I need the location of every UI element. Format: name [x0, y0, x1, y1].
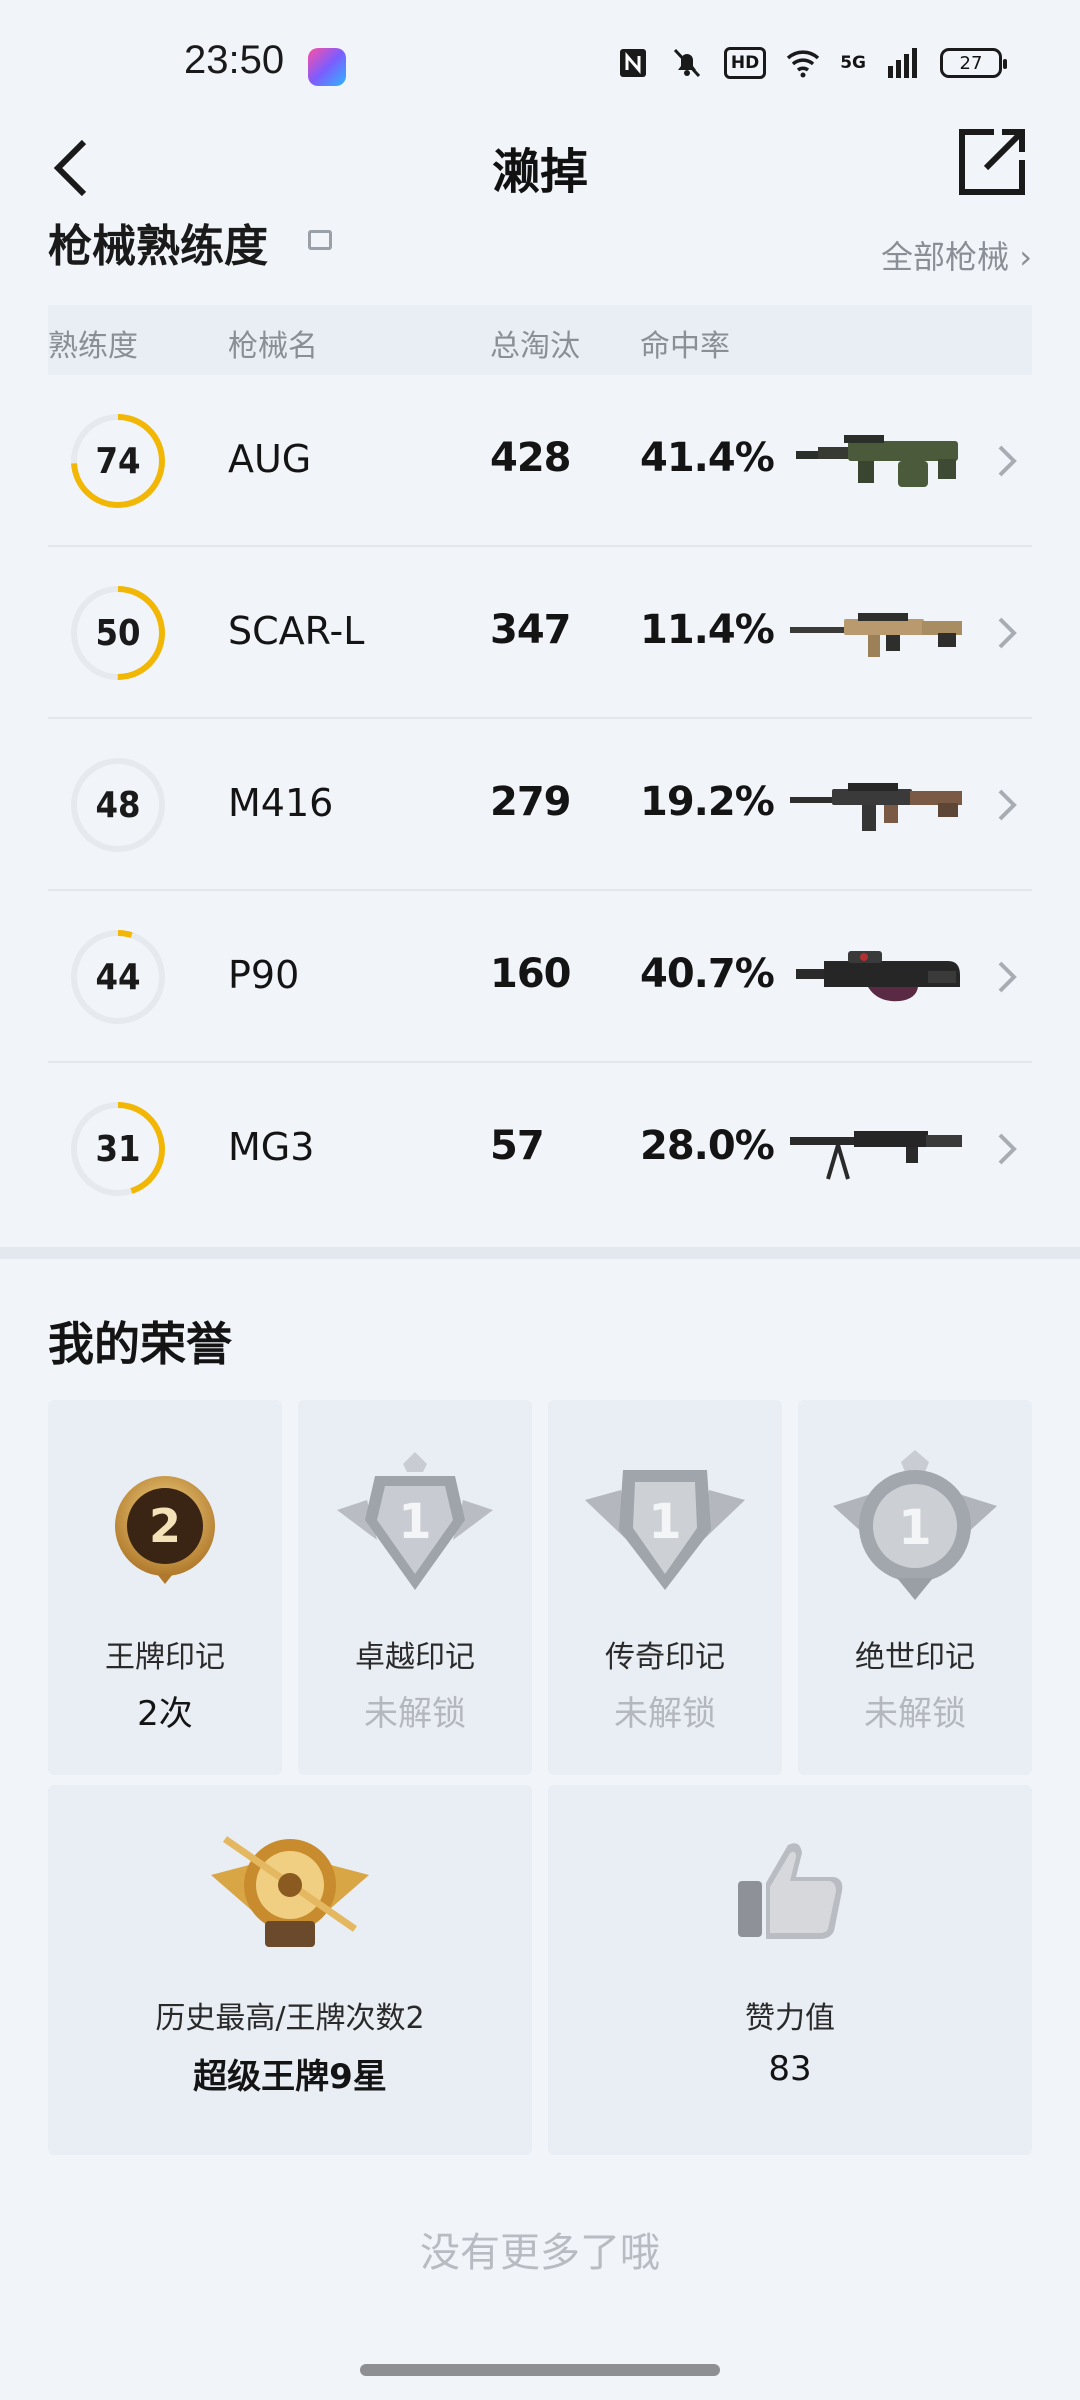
- weapon-accuracy: 40.7%: [640, 951, 775, 997]
- top-bar: 濑掉: [0, 110, 1080, 230]
- rank-badge-icon: [211, 1836, 369, 1947]
- honor-card-excellence[interactable]: 1 卓越印记 未解锁: [298, 1400, 532, 1775]
- proficiency-value: 31: [95, 1128, 141, 1170]
- weapon-kills: 160: [490, 951, 571, 997]
- honor-card-likes[interactable]: 赞力值 83: [548, 1785, 1032, 2155]
- weapon-name: P90: [228, 953, 300, 997]
- honor-value: 2次: [137, 1694, 193, 1734]
- legend-badge-number: 1: [648, 1494, 681, 1550]
- weapon-accuracy: 41.4%: [640, 435, 775, 481]
- app-notification-icon: [308, 48, 346, 86]
- proficiency-value: 74: [95, 440, 141, 482]
- status-bar: 23:50 HD 5G 27: [0, 0, 1080, 110]
- info-icon: [308, 230, 332, 250]
- battery-icon: 27: [940, 48, 1007, 78]
- weapons-section-title: 枪械熟练度: [48, 221, 268, 272]
- weapon-list: 74 AUG 428 41.4% 50 SCAR-L 347 11.4% 48 …: [48, 375, 1032, 1233]
- network-type: 5G: [840, 53, 866, 73]
- weapon-row-p90[interactable]: 44 P90 160 40.7%: [48, 891, 1032, 1063]
- status-icons: HD 5G 27: [616, 46, 1007, 80]
- col-proficiency: 熟练度: [48, 329, 138, 364]
- peerless-badge-number: 1: [898, 1500, 931, 1556]
- chevron-right-icon: [998, 789, 1017, 821]
- honor-card-ace[interactable]: 2 王牌印记 2次: [48, 1400, 282, 1775]
- scar-l-rifle-image: [790, 613, 962, 657]
- rank-label: 历史最高/王牌次数2: [155, 2001, 425, 2036]
- no-more-text: 没有更多了哦: [420, 2230, 660, 2276]
- honor-label: 绝世印记: [855, 1640, 975, 1675]
- weapon-name: M416: [228, 781, 334, 825]
- wifi-icon: [787, 50, 820, 78]
- p90-smg-image: [796, 951, 960, 1002]
- signal-icon: [888, 48, 917, 78]
- ace-badge-number: 2: [149, 1499, 181, 1553]
- honor-value: 未解锁: [614, 1694, 716, 1734]
- weapon-name: MG3: [228, 1125, 315, 1169]
- page-title: 濑掉: [491, 144, 588, 200]
- honor-label: 王牌印记: [105, 1640, 225, 1675]
- honor-value: 未解锁: [364, 1694, 466, 1734]
- status-time: 23:50: [184, 38, 285, 82]
- weapon-kills: 279: [490, 779, 571, 825]
- col-accuracy: 命中率: [640, 329, 730, 364]
- legend-mark-badge-icon: 1: [585, 1470, 745, 1590]
- honor-card-highest-rank[interactable]: 历史最高/王牌次数2 超级王牌9星: [48, 1785, 532, 2155]
- rank-value: 超级王牌9星: [193, 2057, 387, 2097]
- weapons-section-header: 枪械熟练度 全部枪械 ›: [48, 220, 1032, 280]
- ace-mark-badge-icon: 2: [115, 1476, 215, 1584]
- share-icon[interactable]: [952, 122, 1032, 202]
- weapon-kills: 57: [490, 1123, 545, 1169]
- proficiency-value: 44: [95, 956, 141, 998]
- honors-section-title: 我的荣誉: [48, 1317, 232, 1371]
- honor-value: 未解锁: [864, 1694, 966, 1734]
- honor-label: 传奇印记: [605, 1640, 725, 1675]
- mute-bell-icon: [673, 48, 700, 78]
- honor-card-peerless[interactable]: 1 绝世印记 未解锁: [798, 1400, 1032, 1775]
- chevron-right-icon: [998, 445, 1017, 477]
- chevron-right-icon: [998, 1133, 1017, 1165]
- weapon-row-m416[interactable]: 48 M416 279 19.2%: [48, 719, 1032, 891]
- chevron-right-icon: ›: [1019, 238, 1032, 276]
- weapon-row-aug[interactable]: 74 AUG 428 41.4%: [48, 375, 1032, 547]
- col-kills: 总淘汰: [490, 329, 580, 364]
- aug-rifle-image: [796, 435, 958, 487]
- home-indicator[interactable]: [360, 2364, 720, 2376]
- nfc-icon: [619, 49, 646, 77]
- honor-label: 卓越印记: [355, 1640, 475, 1675]
- likes-label: 赞力值: [745, 2001, 835, 2036]
- section-divider: [0, 1247, 1080, 1259]
- excellence-badge-number: 1: [398, 1494, 431, 1550]
- weapon-accuracy: 11.4%: [640, 607, 775, 653]
- weapon-row-mg3[interactable]: 31 MG3 57 28.0%: [48, 1063, 1032, 1233]
- m416-rifle-image: [790, 783, 962, 831]
- chevron-right-icon: [998, 961, 1017, 993]
- peerless-mark-badge-icon: 1: [833, 1450, 997, 1600]
- weapons-table-header: 熟练度 枪械名 总淘汰 命中率: [48, 305, 1032, 375]
- likes-value: 83: [768, 2049, 812, 2089]
- weapon-name: AUG: [228, 437, 312, 481]
- thumbs-up-icon: [738, 1843, 843, 1939]
- hd-icon: HD: [723, 47, 767, 79]
- mg3-machine-gun-image: [790, 1131, 962, 1180]
- weapon-kills: 347: [490, 607, 571, 653]
- col-name: 枪械名: [228, 329, 318, 364]
- all-weapons-link[interactable]: 全部枪械 ›: [881, 232, 1032, 278]
- honor-card-legend[interactable]: 1 传奇印记 未解锁: [548, 1400, 782, 1775]
- chevron-right-icon: [998, 617, 1017, 649]
- weapon-name: SCAR-L: [228, 609, 365, 653]
- weapon-row-scar-l[interactable]: 50 SCAR-L 347 11.4%: [48, 547, 1032, 719]
- weapon-kills: 428: [490, 435, 571, 481]
- proficiency-value: 48: [95, 784, 141, 826]
- proficiency-value: 50: [95, 612, 141, 654]
- weapon-accuracy: 19.2%: [640, 779, 775, 825]
- all-weapons-label: 全部枪械: [881, 238, 1010, 276]
- weapon-accuracy: 28.0%: [640, 1123, 775, 1169]
- excellence-mark-badge-icon: 1: [337, 1452, 493, 1590]
